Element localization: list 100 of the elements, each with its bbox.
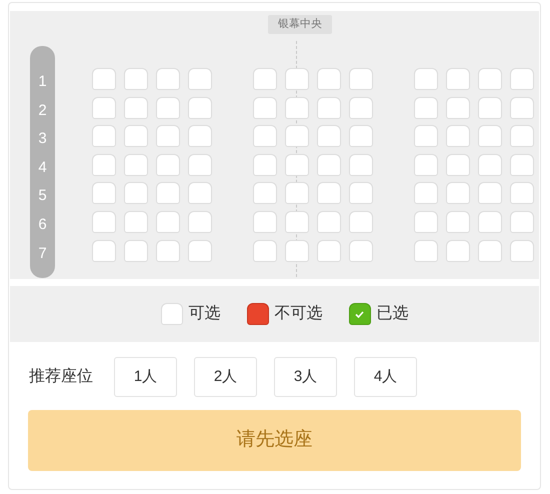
seat[interactable]	[92, 125, 116, 148]
seat[interactable]	[478, 210, 502, 233]
seat[interactable]	[124, 68, 148, 90]
seat[interactable]	[510, 182, 534, 204]
seat[interactable]	[285, 182, 309, 204]
seat[interactable]	[510, 96, 534, 119]
seat[interactable]	[285, 125, 309, 148]
seat[interactable]	[349, 210, 373, 233]
seat[interactable]	[285, 240, 309, 262]
seat[interactable]	[285, 154, 309, 176]
seat[interactable]	[317, 240, 341, 262]
seat[interactable]	[510, 240, 534, 262]
seat[interactable]	[446, 240, 470, 262]
seat[interactable]	[478, 154, 502, 176]
seat[interactable]	[92, 210, 116, 233]
seat[interactable]	[285, 96, 309, 119]
seat[interactable]	[510, 210, 534, 233]
seat[interactable]	[92, 182, 116, 204]
seat[interactable]	[414, 240, 438, 262]
seat[interactable]	[349, 154, 373, 176]
party-size-button[interactable]: 1人	[114, 357, 177, 397]
seat[interactable]	[510, 154, 534, 176]
seat[interactable]	[446, 210, 470, 233]
row-number: 6	[37, 215, 48, 236]
seat[interactable]	[317, 182, 341, 204]
seat[interactable]	[317, 210, 341, 233]
seat[interactable]	[188, 240, 212, 262]
legend-label: 已选	[376, 304, 408, 324]
seat[interactable]	[510, 68, 534, 90]
seat[interactable]	[124, 96, 148, 119]
seat[interactable]	[188, 96, 212, 119]
seat[interactable]	[124, 154, 148, 176]
party-size-button[interactable]: 2人	[194, 357, 257, 397]
seat[interactable]	[92, 68, 116, 90]
seat[interactable]	[510, 125, 534, 148]
party-size-button[interactable]: 3人	[274, 357, 337, 397]
party-size-button[interactable]: 4人	[354, 357, 417, 397]
seat[interactable]	[446, 154, 470, 176]
seat[interactable]	[478, 240, 502, 262]
seat[interactable]	[156, 210, 180, 233]
seat[interactable]	[446, 68, 470, 90]
seat[interactable]	[349, 182, 373, 204]
seat[interactable]	[253, 125, 277, 148]
seat[interactable]	[317, 68, 341, 90]
seat[interactable]	[124, 240, 148, 262]
seat[interactable]	[124, 182, 148, 204]
seat[interactable]	[478, 182, 502, 204]
seat[interactable]	[253, 154, 277, 176]
seat[interactable]	[317, 96, 341, 119]
seat[interactable]	[414, 210, 438, 233]
screen-label: 银幕中央	[268, 15, 332, 34]
recommend-label: 推荐座位	[29, 366, 94, 387]
seat[interactable]	[349, 68, 373, 90]
seat[interactable]	[478, 125, 502, 148]
seat[interactable]	[92, 240, 116, 262]
seat[interactable]	[349, 125, 373, 148]
seat[interactable]	[188, 210, 212, 233]
seat[interactable]	[253, 210, 277, 233]
seat[interactable]	[253, 240, 277, 262]
seat[interactable]	[446, 96, 470, 119]
seat[interactable]	[414, 154, 438, 176]
seat[interactable]	[92, 154, 116, 176]
seat[interactable]	[446, 125, 470, 148]
legend-label: 不可选	[274, 304, 322, 324]
seat[interactable]	[188, 154, 212, 176]
seat[interactable]	[414, 182, 438, 204]
seat[interactable]	[253, 182, 277, 204]
seat[interactable]	[414, 96, 438, 119]
row-number: 1	[37, 72, 48, 92]
seat[interactable]	[188, 68, 212, 90]
seat[interactable]	[414, 125, 438, 148]
legend-label: 可选	[188, 304, 220, 324]
check-icon	[355, 310, 364, 318]
seat[interactable]	[92, 96, 116, 119]
seat[interactable]	[446, 182, 470, 204]
seat[interactable]	[156, 96, 180, 119]
seat[interactable]	[156, 154, 180, 176]
seat[interactable]	[188, 182, 212, 204]
seat[interactable]	[253, 96, 277, 119]
seat[interactable]	[156, 182, 180, 204]
seat[interactable]	[317, 154, 341, 176]
seat[interactable]	[188, 125, 212, 148]
seat[interactable]	[414, 68, 438, 90]
seat[interactable]	[285, 68, 309, 90]
seat[interactable]	[349, 240, 373, 262]
seat[interactable]	[478, 96, 502, 119]
seat[interactable]	[156, 240, 180, 262]
row-number: 4	[37, 158, 48, 178]
row-number: 3	[37, 129, 48, 150]
seat[interactable]	[124, 125, 148, 148]
seat[interactable]	[156, 68, 180, 90]
seat[interactable]	[124, 210, 148, 233]
seat[interactable]	[349, 96, 373, 119]
row-number: 7	[37, 244, 48, 264]
seat[interactable]	[285, 210, 309, 233]
seat[interactable]	[478, 68, 502, 90]
seat[interactable]	[253, 68, 277, 90]
seat[interactable]	[317, 125, 341, 148]
row-number: 2	[37, 100, 48, 121]
seat[interactable]	[156, 125, 180, 148]
